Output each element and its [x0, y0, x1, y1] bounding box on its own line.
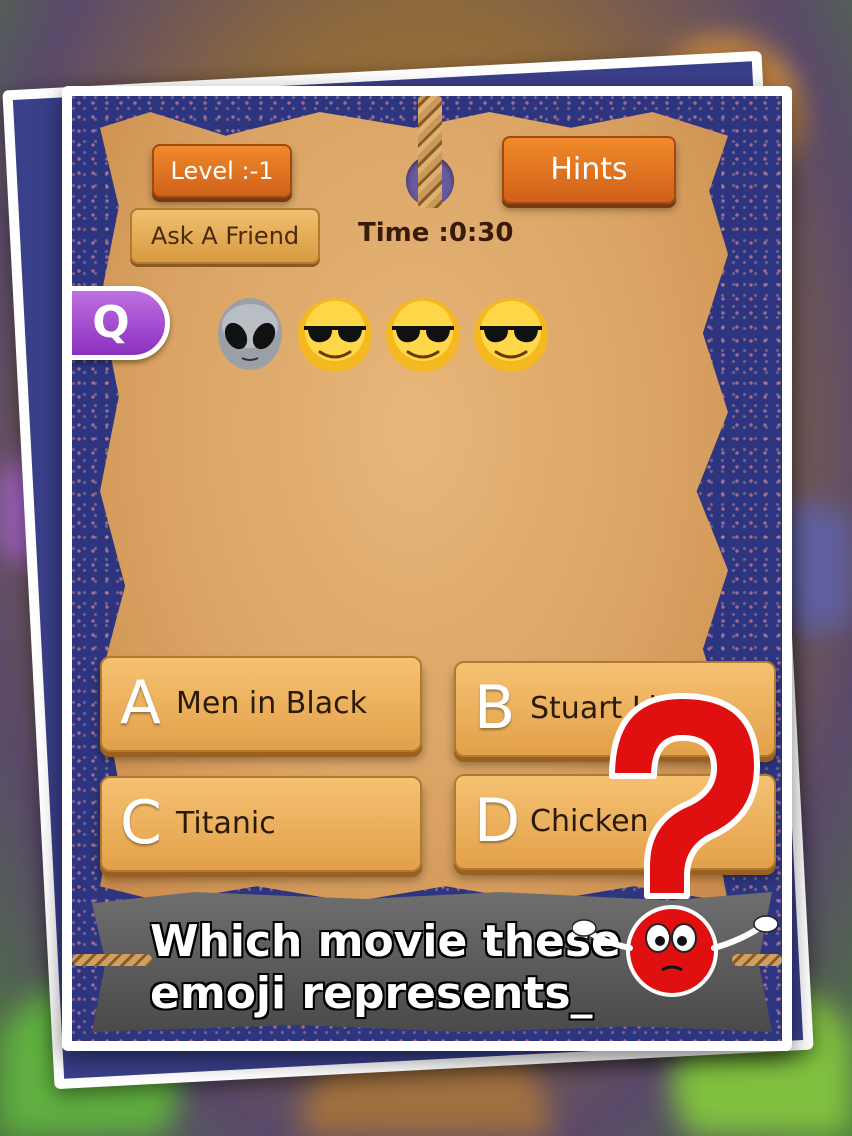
- sunglasses-face-icon: [386, 298, 460, 372]
- answer-text: Men in Black: [176, 686, 367, 721]
- sunglasses-face-icon: [474, 298, 548, 372]
- answer-letter: D: [474, 786, 521, 856]
- answer-letter: A: [120, 668, 162, 738]
- hanging-rope: [418, 96, 442, 208]
- timer-label: Time :0:30: [358, 218, 514, 248]
- ask-friend-button[interactable]: Ask A Friend: [130, 208, 320, 264]
- answer-text: Titanic: [176, 806, 276, 841]
- alien-icon: [218, 298, 282, 370]
- game-frame: Level :-1 Hints Ask A Friend Time :0:30 …: [72, 96, 782, 1041]
- hints-button[interactable]: Hints: [502, 136, 676, 204]
- answer-a-button[interactable]: A Men in Black: [100, 656, 422, 752]
- level-button[interactable]: Level :-1: [152, 144, 292, 198]
- question-badge: Q: [72, 286, 170, 360]
- answer-letter: C: [120, 788, 162, 858]
- question-mark-mascot-icon: [572, 693, 779, 997]
- question-emojis: [214, 296, 550, 376]
- answer-letter: B: [474, 673, 516, 743]
- sunglasses-face-icon: [298, 298, 372, 372]
- game-card: Level :-1 Hints Ask A Friend Time :0:30 …: [62, 86, 792, 1051]
- banner-rope-left: [72, 954, 152, 966]
- answer-c-button[interactable]: C Titanic: [100, 776, 422, 872]
